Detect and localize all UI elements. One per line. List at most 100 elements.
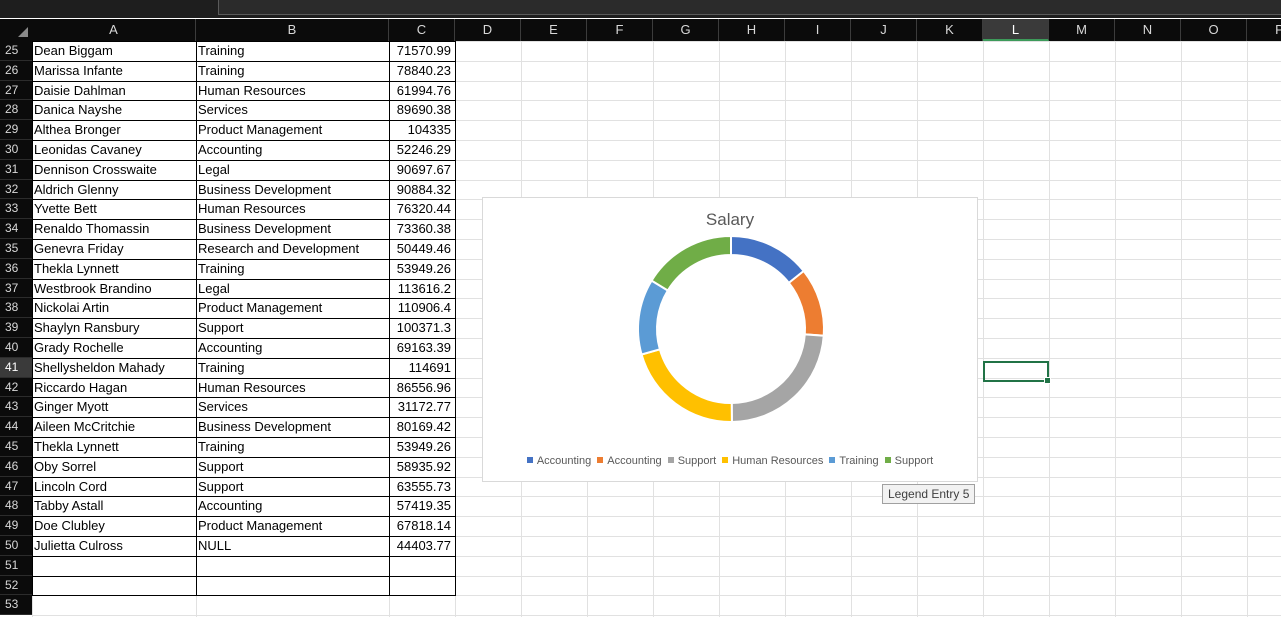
legend-entry-1[interactable]: Accounting xyxy=(526,455,591,467)
cell-salary[interactable] xyxy=(391,595,451,614)
row-header-44[interactable]: 44 xyxy=(0,417,32,437)
cell-dept[interactable]: Accounting xyxy=(198,496,385,515)
row-header-27[interactable]: 27 xyxy=(0,80,32,101)
cell-name[interactable]: Shellysheldon Mahady xyxy=(34,358,192,377)
row-header-45[interactable]: 45 xyxy=(0,437,32,457)
row-header-31[interactable]: 31 xyxy=(0,159,32,180)
cell-name[interactable]: Riccardo Hagan xyxy=(34,378,192,397)
cell-name[interactable]: Genevra Friday xyxy=(34,239,192,258)
cell-salary[interactable]: 100371.3 xyxy=(391,318,451,337)
cell-name[interactable]: Oby Sorrel xyxy=(34,457,192,476)
cell-name[interactable]: Aldrich Glenny xyxy=(34,180,192,199)
cell-salary[interactable]: 80169.42 xyxy=(391,417,451,436)
column-header-E[interactable]: E xyxy=(521,19,587,41)
row-header-39[interactable]: 39 xyxy=(0,318,32,338)
cell-salary[interactable]: 73360.38 xyxy=(391,219,451,238)
cell-name[interactable]: Dennison Crosswaite xyxy=(34,160,192,179)
cell-dept[interactable]: Training xyxy=(198,358,385,377)
cell-salary[interactable]: 57419.35 xyxy=(391,496,451,515)
row-header-52[interactable]: 52 xyxy=(0,575,32,596)
cell-dept[interactable]: Business Development xyxy=(198,180,385,199)
column-header-P[interactable]: P xyxy=(1247,19,1281,41)
cell-salary[interactable]: 78840.23 xyxy=(391,61,451,80)
row-header-49[interactable]: 49 xyxy=(0,516,32,536)
cell-dept[interactable]: Human Resources xyxy=(198,378,385,397)
cell-name[interactable]: Aileen McCritchie xyxy=(34,417,192,436)
cell-name[interactable]: Althea Bronger xyxy=(34,120,192,139)
column-header-O[interactable]: O xyxy=(1181,19,1247,41)
cell-dept[interactable]: Research and Development xyxy=(198,239,385,258)
cell-name[interactable]: Doe Clubley xyxy=(34,516,192,535)
cell-dept[interactable]: Business Development xyxy=(198,219,385,238)
row-header-34[interactable]: 34 xyxy=(0,219,32,239)
cell-name[interactable] xyxy=(34,556,192,575)
cell-dept[interactable]: Services xyxy=(198,397,385,416)
cell-name[interactable]: Ginger Myott xyxy=(34,397,192,416)
fill-handle[interactable] xyxy=(1044,377,1051,384)
column-header-C[interactable]: C xyxy=(389,19,455,41)
row-header-26[interactable]: 26 xyxy=(0,60,32,81)
cell-salary[interactable] xyxy=(391,576,451,595)
cell-dept[interactable]: Accounting xyxy=(198,338,385,357)
cell-name[interactable]: Yvette Bett xyxy=(34,199,192,218)
cell-salary[interactable]: 53949.26 xyxy=(391,437,451,456)
cell-salary[interactable]: 114691 xyxy=(391,358,451,377)
cell-salary[interactable]: 50449.46 xyxy=(391,239,451,258)
cell-name[interactable]: Shaylyn Ransbury xyxy=(34,318,192,337)
column-header-M[interactable]: M xyxy=(1049,19,1115,41)
cell-salary[interactable]: 63555.73 xyxy=(391,477,451,496)
column-header-L[interactable]: L xyxy=(983,19,1049,41)
cell-salary[interactable]: 67818.14 xyxy=(391,516,451,535)
cell-salary[interactable]: 58935.92 xyxy=(391,457,451,476)
row-header-28[interactable]: 28 xyxy=(0,100,32,121)
row-header-32[interactable]: 32 xyxy=(0,179,32,200)
cell-name[interactable]: Daisie Dahlman xyxy=(34,81,192,100)
row-header-48[interactable]: 48 xyxy=(0,496,32,517)
cell-name[interactable]: Westbrook Brandino xyxy=(34,279,192,298)
cell-salary[interactable]: 61994.76 xyxy=(391,81,451,100)
cell-salary[interactable]: 90697.67 xyxy=(391,160,451,179)
cell-dept[interactable]: Services xyxy=(198,100,385,119)
cell-salary[interactable]: 53949.26 xyxy=(391,259,451,278)
cell-salary[interactable] xyxy=(391,556,451,575)
cell-dept[interactable]: Training xyxy=(198,259,385,278)
row-header-30[interactable]: 30 xyxy=(0,140,32,160)
donut-slice-3[interactable] xyxy=(730,333,825,424)
cell-name[interactable]: Nickolai Artin xyxy=(34,298,192,317)
column-header-I[interactable]: I xyxy=(785,19,851,41)
donut-slice-6[interactable] xyxy=(650,234,732,292)
cell-dept[interactable]: Product Management xyxy=(198,298,385,317)
row-header-33[interactable]: 33 xyxy=(0,199,32,220)
cell-name[interactable]: Thekla Lynnett xyxy=(34,259,192,278)
row-header-51[interactable]: 51 xyxy=(0,555,32,576)
donut-slice-2[interactable] xyxy=(787,269,825,337)
cell-salary[interactable]: 104335 xyxy=(391,120,451,139)
cell-dept[interactable]: Product Management xyxy=(198,516,385,535)
cell-dept[interactable]: Support xyxy=(198,457,385,476)
cell-dept[interactable]: Support xyxy=(198,318,385,337)
cell-name[interactable] xyxy=(34,576,192,595)
cell-salary[interactable]: 76320.44 xyxy=(391,199,451,218)
cell-salary[interactable]: 69163.39 xyxy=(391,338,451,357)
row-header-37[interactable]: 37 xyxy=(0,278,32,299)
column-header-N[interactable]: N xyxy=(1115,19,1181,41)
cell-name[interactable]: Grady Rochelle xyxy=(34,338,192,357)
cell-salary[interactable]: 31172.77 xyxy=(391,397,451,416)
column-header-G[interactable]: G xyxy=(653,19,719,41)
cell-dept[interactable] xyxy=(198,576,385,595)
cell-name[interactable]: Tabby Astall xyxy=(34,496,192,515)
column-header-B[interactable]: B xyxy=(196,19,389,41)
legend-entry-2[interactable]: Accounting xyxy=(597,455,662,467)
cell-name[interactable]: Julietta Culross xyxy=(34,536,192,555)
cell-name[interactable]: Renaldo Thomassin xyxy=(34,219,192,238)
column-header-J[interactable]: J xyxy=(851,19,917,41)
cell-dept[interactable]: Support xyxy=(198,477,385,496)
row-header-46[interactable]: 46 xyxy=(0,456,32,477)
cell-dept[interactable]: Training xyxy=(198,437,385,456)
cell-dept[interactable]: Human Resources xyxy=(198,81,385,100)
cell-salary[interactable]: 90884.32 xyxy=(391,180,451,199)
row-header-47[interactable]: 47 xyxy=(0,476,32,497)
row-header-36[interactable]: 36 xyxy=(0,258,32,279)
legend-entry-5[interactable]: Training xyxy=(829,455,879,467)
donut-slice-5[interactable] xyxy=(637,279,670,356)
